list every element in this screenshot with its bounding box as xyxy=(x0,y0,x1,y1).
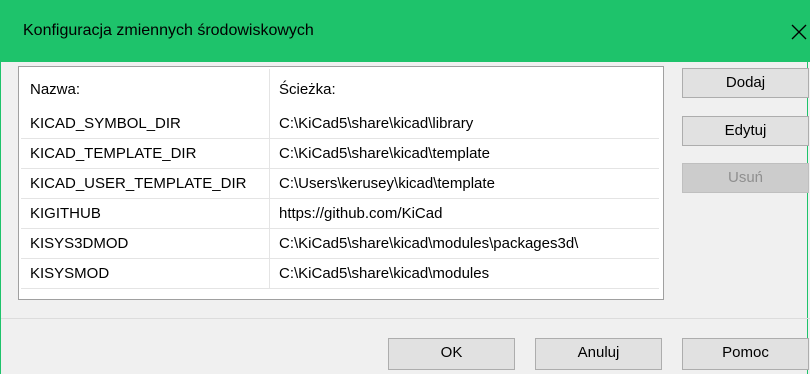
cell-name[interactable]: KISYS3DMOD xyxy=(21,228,270,259)
cell-name[interactable]: KICAD_TEMPLATE_DIR xyxy=(21,138,270,169)
title-bar[interactable]: Konfiguracja zmiennych środowiskowych xyxy=(1,0,810,62)
column-header-path[interactable]: Ścieżka: xyxy=(270,69,660,109)
table-row[interactable]: KISYS3DMOD C:\KiCad5\share\kicad\modules… xyxy=(21,228,659,259)
env-var-table: Nazwa: Ścieżka: KICAD_SYMBOL_DIR C:\KiCa… xyxy=(18,66,664,300)
close-icon xyxy=(791,24,807,40)
cell-path[interactable]: C:\KiCad5\share\kicad\template xyxy=(269,138,659,169)
add-button[interactable]: Dodaj xyxy=(682,68,809,98)
cell-path[interactable]: C:\Users\kerusey\kicad\template xyxy=(269,168,659,199)
cell-path[interactable]: C:\KiCad5\share\kicad\modules xyxy=(269,258,659,289)
table-row[interactable]: KICAD_USER_TEMPLATE_DIR C:\Users\kerusey… xyxy=(21,168,659,199)
table-row[interactable]: KICAD_SYMBOL_DIR C:\KiCad5\share\kicad\l… xyxy=(21,109,659,139)
cell-name[interactable]: KISYSMOD xyxy=(21,258,270,289)
column-header-name[interactable]: Nazwa: xyxy=(21,69,270,109)
remove-button[interactable]: Usuń xyxy=(682,163,809,193)
cell-name[interactable]: KICAD_USER_TEMPLATE_DIR xyxy=(21,168,270,199)
cell-name[interactable]: KIGITHUB xyxy=(21,198,270,229)
cancel-button[interactable]: Anuluj xyxy=(535,338,662,370)
window-title: Konfiguracja zmiennych środowiskowych xyxy=(23,22,314,39)
cell-path[interactable]: https://github.com/KiCad xyxy=(269,198,659,229)
table-row[interactable]: KISYSMOD C:\KiCad5\share\kicad\modules xyxy=(21,258,659,289)
cell-path[interactable]: C:\KiCad5\share\kicad\library xyxy=(269,109,659,139)
edit-button[interactable]: Edytuj xyxy=(682,116,809,146)
cell-path[interactable]: C:\KiCad5\share\kicad\modules\packages3d… xyxy=(269,228,659,259)
ok-button[interactable]: OK xyxy=(388,338,515,370)
table-row[interactable]: KIGITHUB https://github.com/KiCad xyxy=(21,198,659,229)
cell-name[interactable]: KICAD_SYMBOL_DIR xyxy=(21,109,270,139)
close-button[interactable] xyxy=(787,14,810,50)
help-button[interactable]: Pomoc xyxy=(682,338,809,370)
table-row[interactable]: KICAD_TEMPLATE_DIR C:\KiCad5\share\kicad… xyxy=(21,138,659,169)
dialog-window: Konfiguracja zmiennych środowiskowych Na… xyxy=(0,0,810,374)
footer-divider xyxy=(1,318,810,319)
